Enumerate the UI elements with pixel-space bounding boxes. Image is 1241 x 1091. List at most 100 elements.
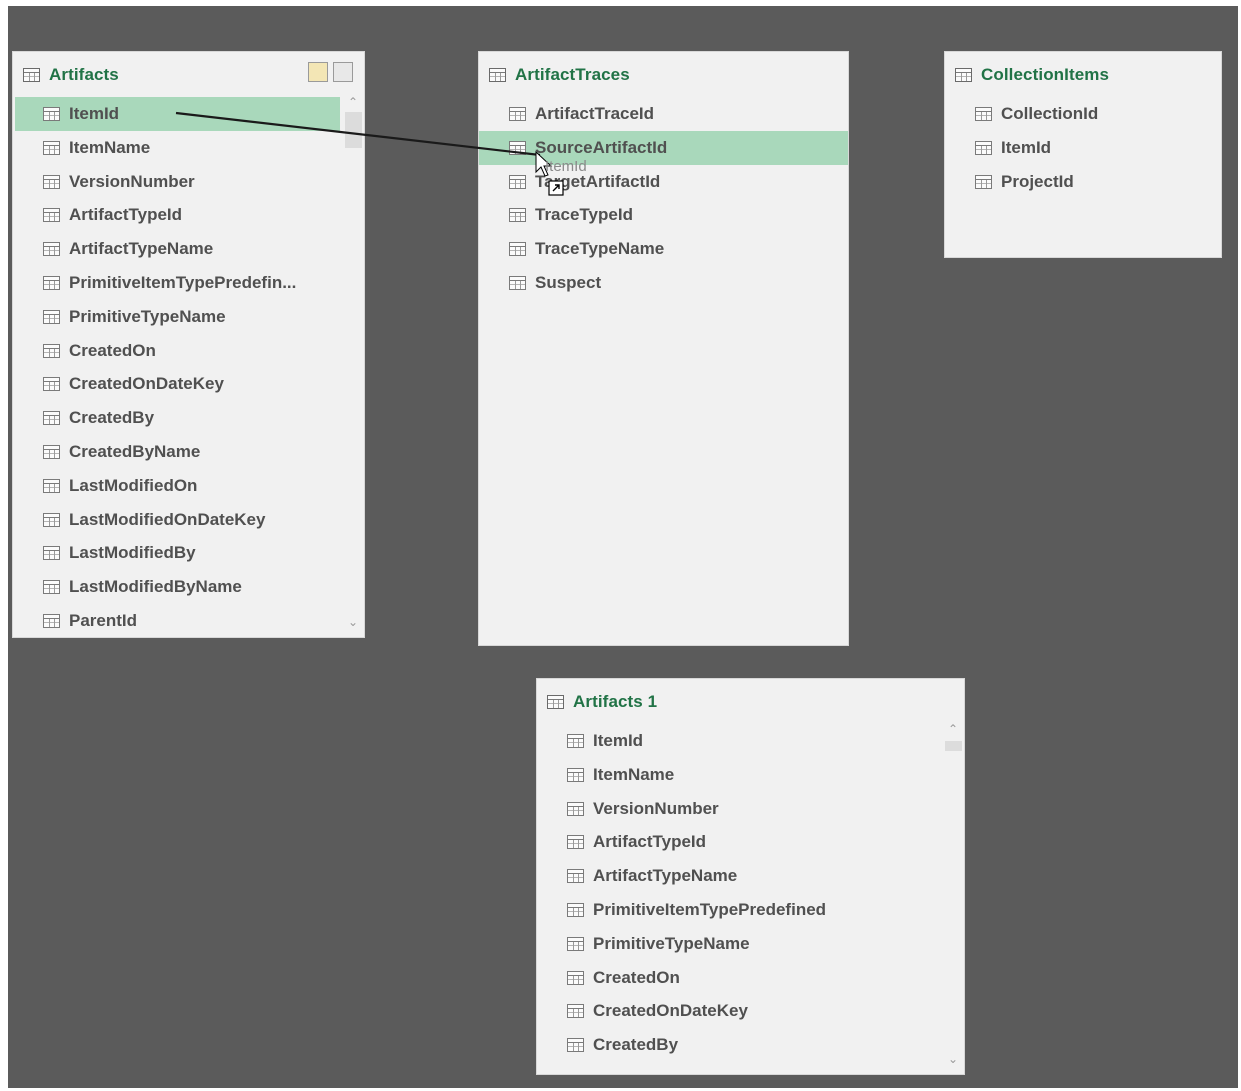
field-row[interactable]: PrimitiveItemTypePredefined xyxy=(537,893,940,927)
field-row[interactable]: VersionNumber xyxy=(537,792,940,826)
field-label: LastModifiedOn xyxy=(69,475,198,495)
table-title-label: Artifacts 1 xyxy=(573,692,658,711)
column-icon xyxy=(43,343,60,358)
column-icon xyxy=(509,208,526,223)
field-row[interactable]: ItemName xyxy=(15,131,340,165)
collapse-icon[interactable] xyxy=(333,62,353,82)
field-row[interactable]: ItemId xyxy=(537,724,940,758)
column-icon xyxy=(43,614,60,628)
field-label: ProjectId xyxy=(1001,171,1074,191)
column-icon xyxy=(43,512,60,527)
field-row[interactable]: PrimitiveItemTypePredefin... xyxy=(15,266,340,300)
column-icon xyxy=(43,445,60,459)
field-label: SourceArtifactId xyxy=(535,137,668,157)
column-icon xyxy=(509,242,526,257)
field-row[interactable]: LastModifiedOnDateKey xyxy=(15,503,340,537)
field-row[interactable]: VersionNumber xyxy=(15,165,340,199)
column-icon xyxy=(43,276,60,290)
scroll-up-icon[interactable]: ⌃ xyxy=(942,721,964,737)
field-row[interactable]: ArtifactTypeName xyxy=(537,859,940,893)
field-row[interactable]: CreatedBy xyxy=(537,1028,940,1062)
field-label: CreatedByName xyxy=(69,442,201,461)
scrollbar[interactable]: ⌃ ⌄ xyxy=(942,721,964,1071)
field-row[interactable]: CreatedOnDateKey xyxy=(537,994,940,1028)
table-title-artifacts-1[interactable]: Artifacts 1 xyxy=(547,691,657,713)
field-row[interactable]: SourceArtifactId xyxy=(479,130,848,165)
field-label: TraceTypeName xyxy=(535,239,665,259)
column-icon xyxy=(567,1038,584,1053)
field-row[interactable]: PrimitiveTypeName xyxy=(537,927,940,961)
field-row[interactable]: CreatedOn xyxy=(537,961,940,995)
field-label: LastModifiedBy xyxy=(69,543,196,563)
field-row[interactable]: ArtifactTraceId xyxy=(479,97,848,131)
field-row[interactable]: ArtifactTypeName xyxy=(15,232,340,266)
table-card-artifact-traces[interactable]: ArtifactTraces ArtifactTraceId SourceArti… xyxy=(478,51,849,646)
expand-icon[interactable] xyxy=(308,62,328,82)
column-icon xyxy=(43,107,60,121)
field-label: CreatedBy xyxy=(69,408,155,428)
field-label: CreatedOnDateKey xyxy=(69,374,224,394)
field-row[interactable]: ItemId xyxy=(945,131,1221,165)
column-icon xyxy=(567,970,584,985)
field-row[interactable]: CreatedBy xyxy=(15,401,340,435)
column-icon xyxy=(975,107,992,121)
field-label: VersionNumber xyxy=(593,798,719,818)
field-label: PrimitiveTypeName xyxy=(593,933,750,953)
field-row[interactable]: ItemId xyxy=(15,97,340,131)
column-icon xyxy=(567,734,584,748)
scroll-thumb[interactable] xyxy=(345,112,362,148)
field-row[interactable]: CreatedOn xyxy=(15,334,340,368)
column-icon xyxy=(43,140,60,155)
table-icon xyxy=(489,68,506,82)
column-icon xyxy=(567,801,584,816)
field-row[interactable]: LastModifiedBy xyxy=(15,536,340,570)
column-icon xyxy=(975,140,992,155)
field-row[interactable]: Suspect xyxy=(479,266,848,300)
scrollbar[interactable]: ⌃ ⌄ xyxy=(342,94,364,634)
field-label: ParentId xyxy=(69,611,138,630)
table-title-artifact-traces[interactable]: ArtifactTraces xyxy=(489,64,630,86)
table-title-label: ArtifactTraces xyxy=(515,65,630,84)
field-row[interactable]: ParentId xyxy=(15,604,340,637)
table-title-artifacts[interactable]: Artifacts xyxy=(23,64,119,86)
field-label: ArtifactTypeName xyxy=(593,866,738,886)
field-row[interactable]: LastModifiedOn xyxy=(15,469,340,503)
table-title-label: Artifacts xyxy=(49,65,119,84)
field-row[interactable]: TargetArtifactId xyxy=(479,165,848,199)
field-label: ItemName xyxy=(593,764,675,784)
field-row[interactable]: CreatedOnDateKey xyxy=(15,367,340,401)
scroll-down-icon[interactable]: ⌄ xyxy=(342,614,364,630)
field-row[interactable]: TraceTypeName xyxy=(479,232,848,266)
column-icon xyxy=(567,936,584,951)
field-row[interactable]: TraceTypeId xyxy=(479,198,848,232)
field-label: ArtifactTypeName xyxy=(69,239,214,259)
table-title-collection-items[interactable]: CollectionItems xyxy=(955,64,1109,86)
field-label: CreatedBy xyxy=(593,1035,679,1055)
table-title-label: CollectionItems xyxy=(981,65,1110,84)
scroll-down-icon[interactable]: ⌄ xyxy=(942,1051,964,1067)
scroll-up-icon[interactable]: ⌃ xyxy=(342,94,364,110)
column-icon xyxy=(509,276,526,290)
column-icon xyxy=(43,174,60,189)
scroll-thumb[interactable] xyxy=(945,741,962,751)
field-row[interactable]: ProjectId xyxy=(945,165,1221,199)
field-row[interactable]: LastModifiedByName xyxy=(15,570,340,604)
field-row[interactable]: CollectionId xyxy=(945,97,1221,131)
field-label: Suspect xyxy=(535,273,602,292)
table-icon xyxy=(955,68,972,82)
field-label: ItemId xyxy=(1001,137,1052,157)
field-label: ArtifactTypeId xyxy=(593,832,707,852)
column-icon xyxy=(567,869,584,884)
field-row[interactable]: ItemName xyxy=(537,758,940,792)
field-label: PrimitiveTypeName xyxy=(69,306,226,326)
table-card-artifacts[interactable]: Artifacts ItemId ItemName VersionNumber Art… xyxy=(12,51,365,638)
field-row[interactable]: ArtifactTypeId xyxy=(537,825,940,859)
field-label: PrimitiveItemTypePredefined xyxy=(593,900,827,919)
field-row[interactable]: ArtifactTypeId xyxy=(15,198,340,232)
column-icon xyxy=(567,835,584,850)
table-card-artifacts-1[interactable]: Artifacts 1 ItemId ItemName VersionNumber A… xyxy=(536,678,965,1075)
field-row[interactable]: PrimitiveTypeName xyxy=(15,300,340,334)
table-card-collection-items[interactable]: CollectionItems CollectionId ItemId Projec… xyxy=(944,51,1222,258)
field-row[interactable]: CreatedByName xyxy=(15,435,340,469)
field-label: ArtifactTypeId xyxy=(69,205,183,225)
